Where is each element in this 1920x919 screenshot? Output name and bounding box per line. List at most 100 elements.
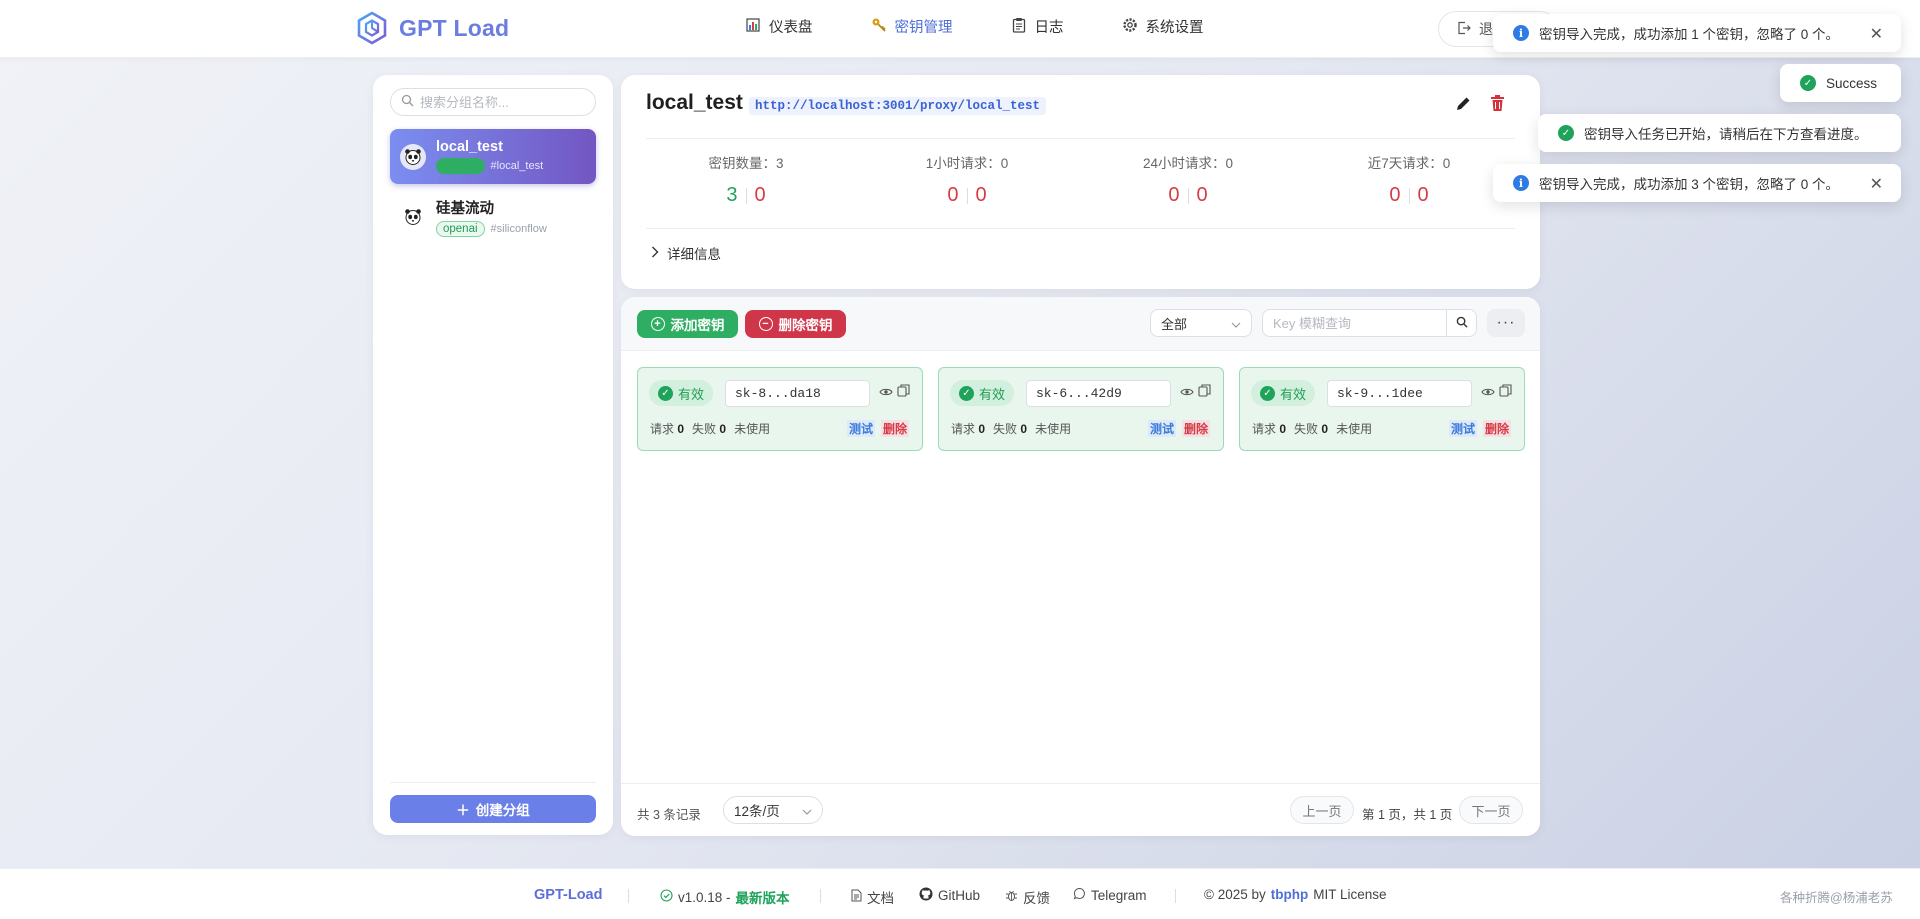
trash-icon[interactable]: [1490, 95, 1505, 117]
test-key-button[interactable]: 测试: [846, 420, 875, 437]
total-records: 共 3 条记录: [637, 808, 701, 822]
nav-key-management[interactable]: 密钥管理: [871, 16, 953, 37]
eye-icon[interactable]: [1481, 385, 1495, 400]
footer-docs-link[interactable]: 文档: [851, 887, 894, 907]
group-item-siliconflow[interactable]: 硅基流动 openai #siliconflow: [390, 189, 596, 244]
details-toggle[interactable]: 详细信息: [651, 243, 721, 263]
eye-icon[interactable]: [879, 385, 893, 400]
panda-avatar-icon: [400, 203, 426, 230]
divider: [1187, 187, 1189, 204]
brand-logo[interactable]: GPT Load: [355, 11, 509, 45]
divider: [966, 187, 968, 204]
delete-single-key-button[interactable]: 删除: [880, 420, 909, 437]
status-filter-value: 全部: [1161, 316, 1188, 332]
stat-value: 0: [947, 184, 959, 206]
edit-icon[interactable]: [1454, 95, 1472, 118]
key-usage-stats: 请求 0 失败 0 未使用: [1252, 420, 1372, 437]
group-item-local-test[interactable]: local_test openai #local_test: [390, 129, 596, 184]
key-value[interactable]: sk-8...da18: [725, 380, 870, 407]
footer-copyright: © 2025 by tbphp MIT License: [1204, 887, 1387, 902]
footer-telegram-link[interactable]: Telegram: [1073, 887, 1147, 903]
main-nav: 仪表盘 密钥管理 日志 系统设置: [745, 16, 1262, 37]
more-options-button[interactable]: ···: [1487, 309, 1525, 337]
test-key-button[interactable]: 测试: [1147, 420, 1176, 437]
minus-circle-icon: −: [758, 317, 773, 331]
toast-message: 密钥导入任务已开始，请稍后在下方查看进度。: [1584, 127, 1868, 142]
last-used: 未使用: [1336, 422, 1373, 436]
stat-value: 0: [1389, 184, 1401, 206]
test-key-button[interactable]: 测试: [1448, 420, 1477, 437]
group-search: [390, 88, 596, 116]
key-status-badge: ✓ 有效: [649, 380, 713, 406]
chat-bubble-icon: [1073, 887, 1086, 903]
toast-message: Success: [1826, 75, 1878, 91]
toast-success: ✓ Success: [1780, 64, 1901, 102]
details-label: 详细信息: [667, 247, 721, 262]
key-value[interactable]: sk-6...42d9: [1026, 380, 1171, 407]
stat-label: 1小时请求：0: [925, 156, 1009, 171]
nav-system-settings[interactable]: 系统设置: [1122, 16, 1204, 37]
delete-key-label: 删除密钥: [778, 318, 833, 333]
next-page-button[interactable]: 下一页: [1459, 796, 1523, 824]
copy-icon[interactable]: [897, 384, 910, 400]
divider: [1408, 187, 1410, 204]
nav-dashboard[interactable]: 仪表盘: [745, 16, 813, 37]
stat-hour-requests: 1小时请求：0 0 0: [867, 152, 1067, 207]
key-status-badge: ✓ 有效: [1251, 380, 1315, 406]
group-channel-tag: openai: [436, 158, 485, 174]
eye-icon[interactable]: [1180, 385, 1194, 400]
key-search-button[interactable]: [1446, 309, 1477, 337]
delete-single-key-button[interactable]: 删除: [1482, 420, 1511, 437]
create-group-button[interactable]: ＋ 创建分组: [390, 795, 596, 823]
status-filter-select[interactable]: 全部: [1150, 309, 1252, 337]
group-search-input[interactable]: [420, 94, 590, 110]
delete-key-button[interactable]: − 删除密钥: [745, 310, 846, 338]
proxy-url[interactable]: http://localhost:3001/proxy/local_test: [749, 97, 1047, 115]
check-circle-icon: ✓: [1800, 75, 1816, 91]
check-circle-icon: ✓: [958, 385, 974, 401]
key-status-label: 有效: [1279, 386, 1306, 402]
key-usage-stats: 请求 0 失败 0 未使用: [951, 420, 1071, 437]
request-label: 请求: [1252, 422, 1277, 436]
key-search-input[interactable]: [1273, 315, 1433, 331]
nav-logs[interactable]: 日志: [1011, 16, 1064, 37]
close-icon[interactable]: ✕: [1870, 174, 1883, 194]
key-value[interactable]: sk-9...1dee: [1327, 380, 1472, 407]
chevron-down-icon: [802, 803, 812, 818]
nav-system-settings-label: 系统设置: [1145, 20, 1204, 36]
prev-page-button[interactable]: 上一页: [1290, 796, 1354, 824]
key-status-badge: ✓ 有效: [950, 380, 1014, 406]
key-card: ✓ 有效 sk-8...da18 请求 0 失败 0 未使用 测试 删除: [637, 367, 923, 451]
close-icon[interactable]: ✕: [1870, 24, 1883, 44]
logout-icon: [1457, 21, 1471, 38]
check-circle-icon: ✓: [1259, 385, 1275, 401]
author-link[interactable]: tbphp: [1271, 887, 1308, 902]
divider: [646, 228, 1515, 229]
add-key-button[interactable]: + 添加密钥: [637, 310, 738, 338]
keys-toolbar: + 添加密钥 − 删除密钥 全部 ···: [621, 297, 1540, 351]
request-count: 0: [1279, 422, 1287, 436]
footer-brand-text: GPT-Load: [534, 887, 603, 903]
search-icon: [1456, 316, 1468, 331]
footer-feedback-link[interactable]: 反馈: [1005, 887, 1050, 907]
copy-icon[interactable]: [1499, 384, 1512, 400]
page-size-select[interactable]: 12条/页: [723, 796, 823, 824]
stat-active-value: 3: [726, 184, 738, 206]
stat-day-requests: 24小时请求：0 0 0: [1088, 152, 1288, 207]
plus-icon: ＋: [456, 803, 470, 818]
stat-invalid-value: 0: [754, 184, 766, 206]
request-label: 请求: [951, 422, 976, 436]
last-used: 未使用: [734, 422, 771, 436]
github-label: GitHub: [938, 888, 981, 903]
footer-github-link[interactable]: GitHub: [919, 887, 980, 904]
license-text: MIT License: [1313, 887, 1387, 902]
footer-version: v1.0.18 - 最新版本: [660, 887, 790, 907]
footer-brand: GPT-Load: [534, 887, 602, 903]
copy-icon[interactable]: [1198, 384, 1211, 400]
toast-info: i 密钥导入完成，成功添加 3 个密钥，忽略了 0 个。 ✕: [1493, 164, 1901, 202]
request-count: 0: [677, 422, 685, 436]
delete-single-key-button[interactable]: 删除: [1181, 420, 1210, 437]
chevron-down-icon: [1231, 316, 1241, 331]
toast-info: i 密钥导入完成，成功添加 1 个密钥，忽略了 0 个。 ✕: [1493, 14, 1901, 52]
failure-label: 失败: [993, 422, 1018, 436]
